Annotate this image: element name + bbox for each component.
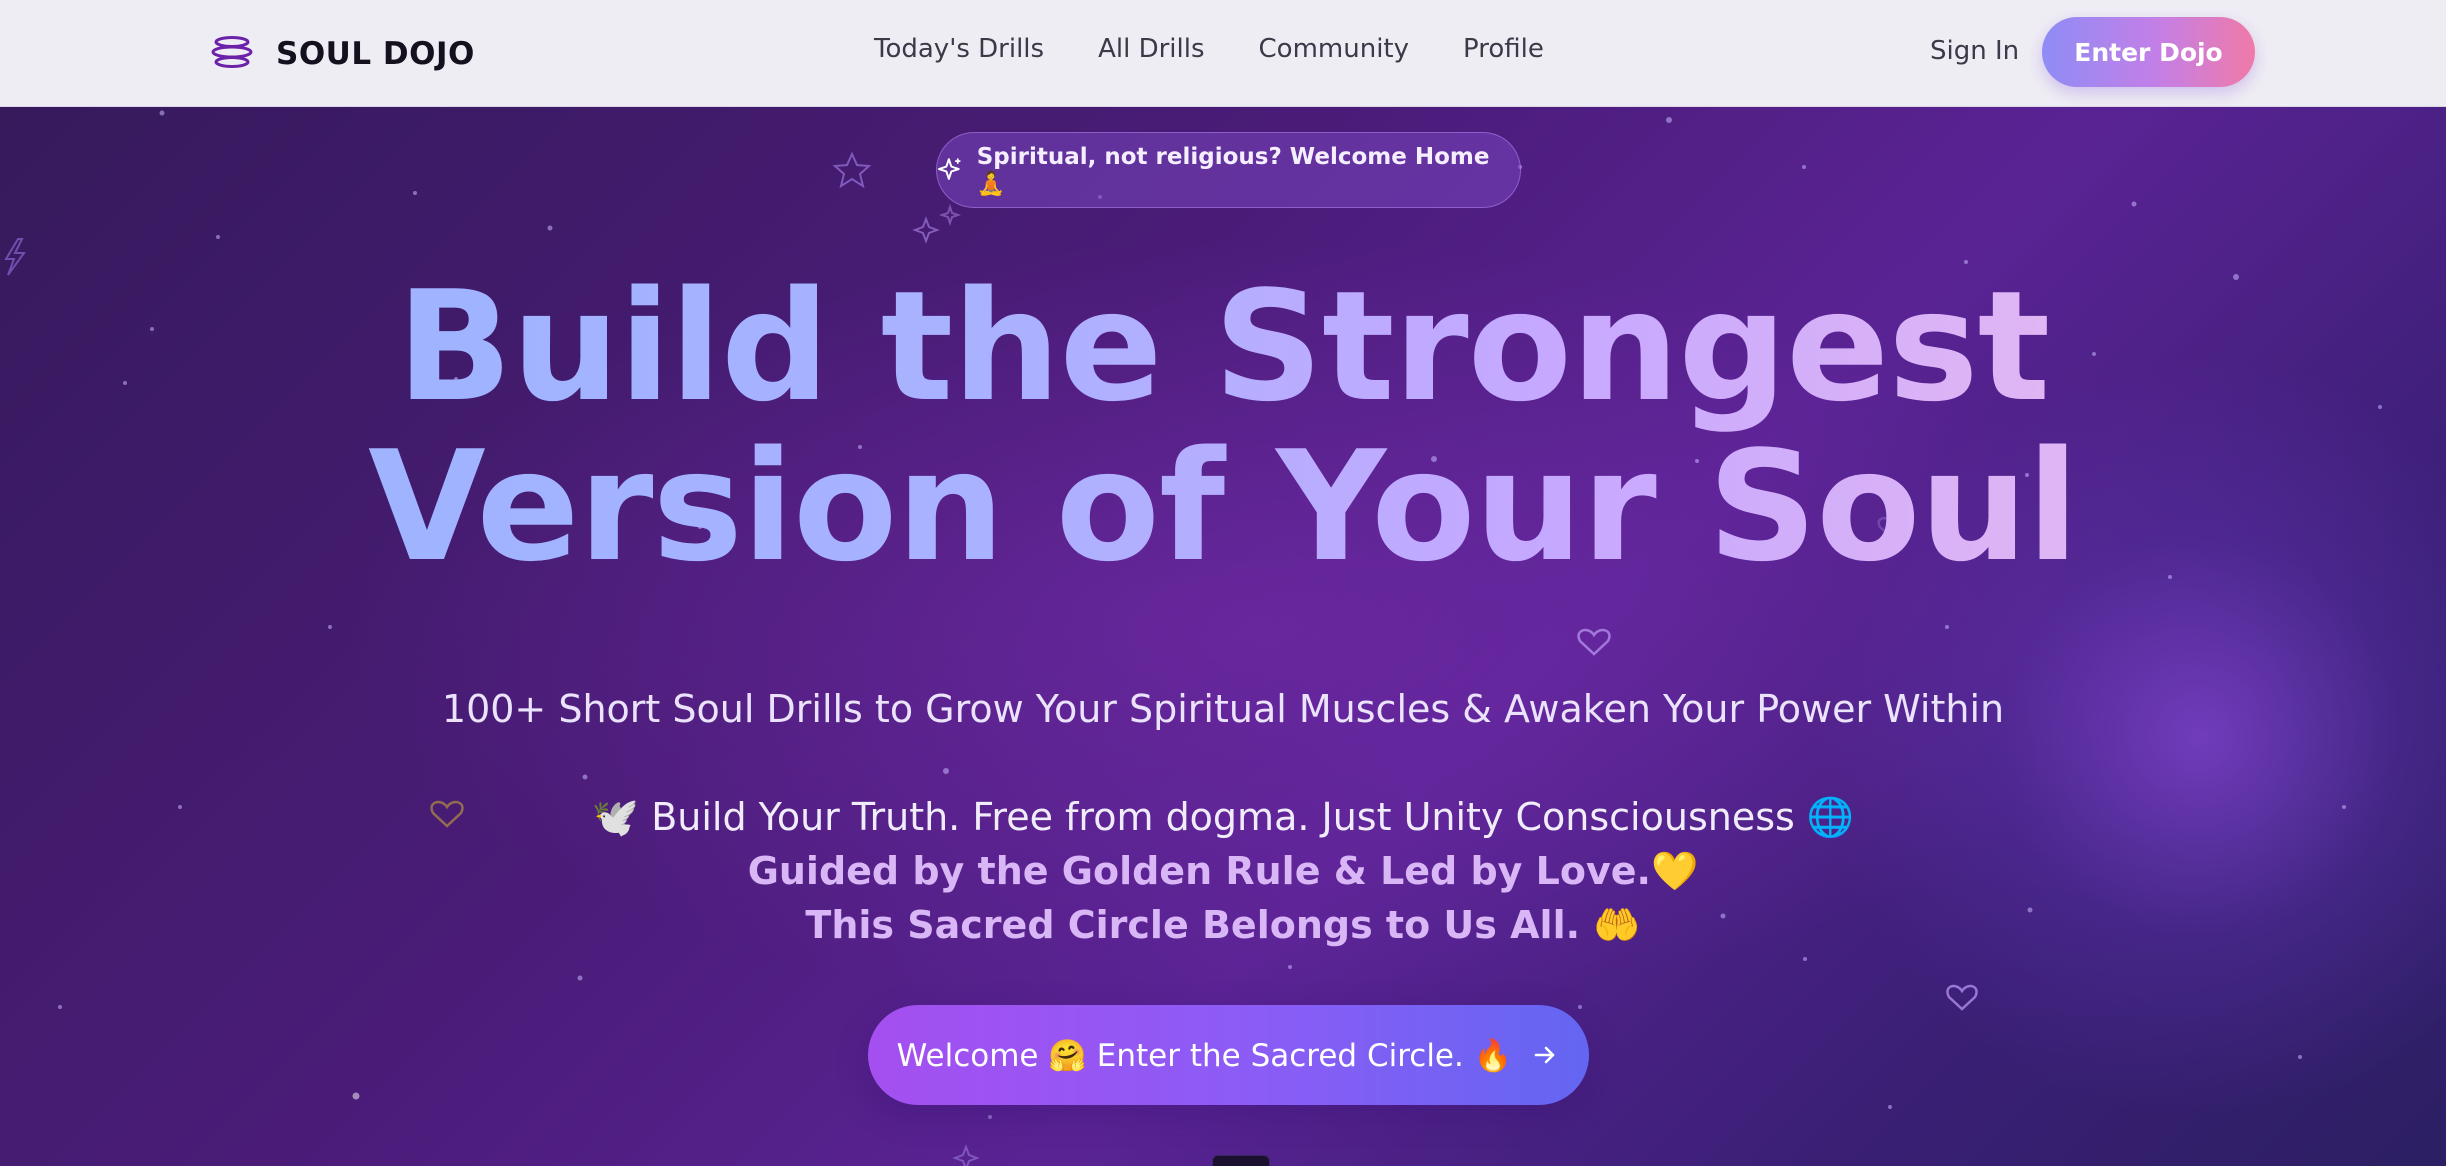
tagline-golden-rule: Guided by the Golden Rule & Led by Love.… <box>747 849 1699 893</box>
headline-line-1: Build the Strongest <box>396 258 2051 435</box>
hero-headline: Build the Strongest Version of Your Soul <box>0 267 2446 587</box>
badge-text: Spiritual, not religious? Welcome Home 🧘 <box>976 143 1490 197</box>
sign-in-link[interactable]: Sign In <box>1930 36 2019 66</box>
welcome-badge[interactable]: Spiritual, not religious? Welcome Home 🧘 <box>936 132 1521 208</box>
top-nav: SOUL DOJO Today's Drills All Drills Comm… <box>0 0 2446 107</box>
hero-section: Spiritual, not religious? Welcome Home 🧘… <box>0 107 2446 1166</box>
nav-link-community[interactable]: Community <box>1259 34 1409 64</box>
brand-logo[interactable]: SOUL DOJO <box>208 30 475 78</box>
nav-link-todays-drills[interactable]: Today's Drills <box>874 34 1044 64</box>
sparkle-icon <box>912 216 940 244</box>
star-icon <box>832 151 872 189</box>
brand-name: SOUL DOJO <box>276 36 475 72</box>
nav-link-all-drills[interactable]: All Drills <box>1098 34 1204 64</box>
stacked-rings-icon <box>211 36 253 68</box>
tagline-sacred-circle: This Sacred Circle Belongs to Us All. 🤲 <box>805 903 1641 947</box>
main-nav: Today's Drills All Drills Community Prof… <box>874 34 1544 64</box>
hero-subtitle: 100+ Short Soul Drills to Grow Your Spir… <box>441 687 2005 731</box>
headline-line-2: Version of Your Soul <box>368 418 2079 595</box>
cta-label: Welcome 🤗 Enter the Sacred Circle. 🔥 <box>896 1037 1513 1074</box>
scroll-indicator[interactable] <box>1212 1155 1270 1166</box>
sparkles-icon <box>937 158 961 180</box>
tagline-truth: 🕊️ Build Your Truth. Free from dogma. Ju… <box>591 795 1855 839</box>
nav-link-profile[interactable]: Profile <box>1463 34 1544 64</box>
arrow-right-icon <box>1535 1046 1555 1064</box>
enter-sacred-circle-button[interactable]: Welcome 🤗 Enter the Sacred Circle. 🔥 <box>868 1005 1589 1105</box>
enter-dojo-button[interactable]: Enter Dojo <box>2042 17 2255 87</box>
